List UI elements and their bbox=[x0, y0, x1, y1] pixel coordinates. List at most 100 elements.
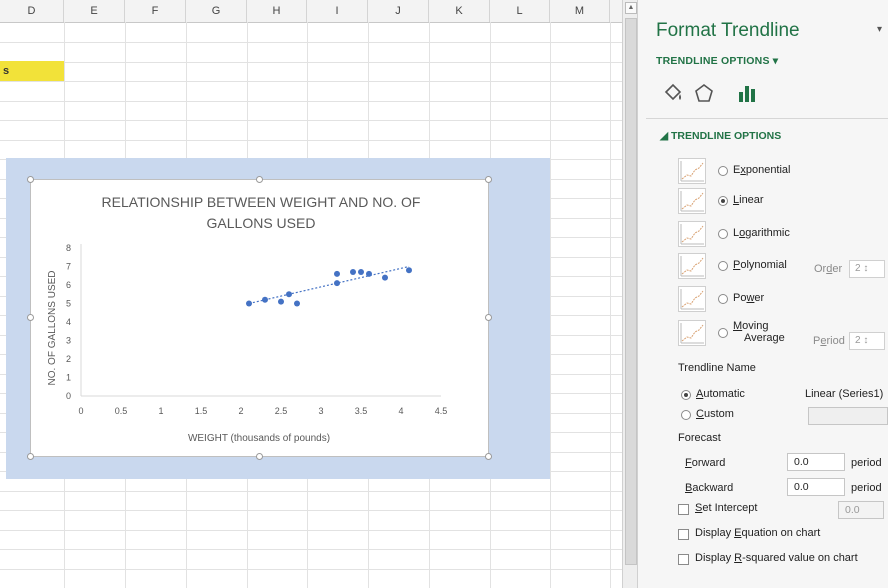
polynomial-thumbnail-icon[interactable] bbox=[678, 253, 706, 279]
linear-thumbnail-icon[interactable] bbox=[678, 188, 706, 214]
fill-line-icon[interactable] bbox=[662, 82, 684, 104]
power-radio[interactable] bbox=[718, 294, 728, 304]
resize-handle-left[interactable] bbox=[27, 314, 34, 321]
power-label[interactable]: Power bbox=[733, 292, 764, 304]
pane-title: Format Trendline bbox=[656, 20, 800, 41]
power-thumbnail-icon[interactable] bbox=[678, 286, 706, 312]
scatter-chart: RELATIONSHIP BETWEEN WEIGHT AND NO. OF G… bbox=[47, 194, 447, 444]
trendline-options-bar-chart-icon[interactable] bbox=[736, 82, 758, 104]
column-header-g[interactable]: G bbox=[186, 0, 247, 22]
grid-row-line bbox=[0, 101, 622, 102]
display-equation-checkbox[interactable] bbox=[678, 529, 689, 540]
data-point bbox=[334, 280, 340, 287]
data-point bbox=[350, 269, 356, 276]
automatic-name-value: Linear (Series1) bbox=[805, 388, 884, 400]
automatic-radio[interactable] bbox=[681, 390, 691, 400]
pane-options-chevron-icon[interactable]: ▾ bbox=[877, 24, 882, 35]
resize-handle-top-left[interactable] bbox=[27, 176, 34, 183]
x-tick-label: 0 bbox=[78, 406, 83, 416]
set-intercept-checkbox[interactable] bbox=[678, 504, 689, 515]
exponential-label[interactable]: Exponential bbox=[733, 164, 791, 176]
y-axis-label: NO. OF GALLONS USED bbox=[47, 270, 58, 385]
chart-area[interactable]: RELATIONSHIP BETWEEN WEIGHT AND NO. OF G… bbox=[27, 176, 492, 460]
scrollbar-thumb[interactable] bbox=[625, 18, 637, 565]
moving-average-thumbnail-icon[interactable] bbox=[678, 320, 706, 346]
resize-handle-right[interactable] bbox=[485, 314, 492, 321]
forward-label: Forward bbox=[685, 457, 726, 469]
polynomial-radio[interactable] bbox=[718, 261, 728, 271]
data-point bbox=[246, 300, 252, 307]
column-header-h[interactable]: H bbox=[247, 0, 307, 22]
column-header-l[interactable]: L bbox=[490, 0, 550, 22]
trendline-option-logarithmic[interactable]: Logarithmic bbox=[678, 221, 888, 249]
highlighted-cell[interactable]: s bbox=[0, 61, 64, 81]
grid-row-line bbox=[0, 140, 622, 141]
grid-row-line bbox=[0, 530, 622, 531]
set-intercept-label[interactable]: Set Intercept bbox=[695, 502, 757, 514]
automatic-label[interactable]: Automatic bbox=[696, 388, 745, 400]
grid-row-line bbox=[0, 120, 622, 121]
backward-unit: period bbox=[851, 482, 882, 494]
custom-name-field[interactable] bbox=[808, 407, 888, 425]
grid-row-line bbox=[0, 510, 622, 511]
trendline-option-linear[interactable]: Linear bbox=[678, 188, 888, 216]
custom-radio[interactable] bbox=[681, 410, 691, 420]
backward-label: Backward bbox=[685, 482, 734, 494]
worksheet[interactable]: D E F G H I J K L M s RELATIONSHIP BETWE… bbox=[0, 0, 622, 588]
display-r-squared-checkbox[interactable] bbox=[678, 554, 689, 565]
trendline-name-label: Trendline Name bbox=[678, 362, 756, 374]
x-tick-label: 3.5 bbox=[355, 406, 368, 416]
column-header-f[interactable]: F bbox=[125, 0, 186, 22]
resize-handle-bottom-left[interactable] bbox=[27, 453, 34, 460]
display-r-squared-label[interactable]: Display R-squared value on chart bbox=[695, 552, 858, 564]
y-tick-label: 5 bbox=[66, 299, 71, 309]
x-tick-label: 1.5 bbox=[195, 406, 208, 416]
scroll-up-icon[interactable]: ▲ bbox=[625, 2, 637, 14]
linear-radio[interactable] bbox=[718, 196, 728, 206]
polynomial-label[interactable]: Polynomial bbox=[733, 259, 787, 271]
logarithmic-label[interactable]: Logarithmic bbox=[733, 227, 790, 239]
column-header-bar: D E F G H I J K L M bbox=[0, 0, 622, 23]
resize-handle-top-right[interactable] bbox=[485, 176, 492, 183]
logarithmic-thumbnail-icon[interactable] bbox=[678, 221, 706, 247]
linear-label[interactable]: Linear bbox=[733, 194, 764, 206]
logarithmic-radio[interactable] bbox=[718, 229, 728, 239]
y-tick-label: 1 bbox=[66, 373, 71, 383]
column-header-e[interactable]: E bbox=[64, 0, 125, 22]
trendline-options-dropdown[interactable]: TRENDLINE OPTIONS ▾ bbox=[656, 55, 778, 67]
trendline-option-exponential[interactable]: Exponential bbox=[678, 158, 888, 186]
grid-column-line bbox=[610, 22, 611, 588]
y-tick-label: 3 bbox=[66, 336, 71, 346]
y-tick-label: 4 bbox=[66, 317, 71, 327]
x-tick-label: 3 bbox=[318, 406, 323, 416]
effects-pentagon-icon[interactable] bbox=[693, 82, 715, 104]
resize-handle-bottom-right[interactable] bbox=[485, 453, 492, 460]
backward-input[interactable]: 0.0 bbox=[787, 478, 845, 496]
x-tick-label: 2.5 bbox=[275, 406, 288, 416]
moving-average-radio[interactable] bbox=[718, 328, 728, 338]
order-spinner[interactable]: 2 ↕ bbox=[849, 260, 885, 278]
moving-average-label-line2: Average bbox=[744, 332, 785, 344]
trendline-options-section-header[interactable]: ◢ TRENDLINE OPTIONS bbox=[660, 130, 781, 142]
exponential-radio[interactable] bbox=[718, 166, 728, 176]
column-header-j[interactable]: J bbox=[368, 0, 429, 22]
exponential-thumbnail-icon[interactable] bbox=[678, 158, 706, 184]
trendline-option-power[interactable]: Power bbox=[678, 286, 888, 314]
resize-handle-bottom[interactable] bbox=[256, 453, 263, 460]
column-header-k[interactable]: K bbox=[429, 0, 490, 22]
resize-handle-top[interactable] bbox=[256, 176, 263, 183]
vertical-scrollbar[interactable]: ▲ bbox=[622, 0, 638, 588]
column-header-i[interactable]: I bbox=[307, 0, 368, 22]
moving-average-label[interactable]: Moving bbox=[733, 320, 768, 332]
chart-title-line1: RELATIONSHIP BETWEEN WEIGHT AND NO. OF bbox=[102, 194, 421, 210]
display-equation-label[interactable]: Display Equation on chart bbox=[695, 527, 820, 539]
data-point bbox=[334, 270, 340, 277]
grid-row-line bbox=[0, 549, 622, 550]
grid-row-line bbox=[0, 42, 622, 43]
column-header-m[interactable]: M bbox=[550, 0, 610, 22]
custom-label[interactable]: Custom bbox=[696, 408, 734, 420]
column-header-d[interactable]: D bbox=[0, 0, 64, 22]
period-spinner[interactable]: 2 ↕ bbox=[849, 332, 885, 350]
intercept-input[interactable]: 0.0 bbox=[838, 501, 884, 519]
forward-input[interactable]: 0.0 bbox=[787, 453, 845, 471]
